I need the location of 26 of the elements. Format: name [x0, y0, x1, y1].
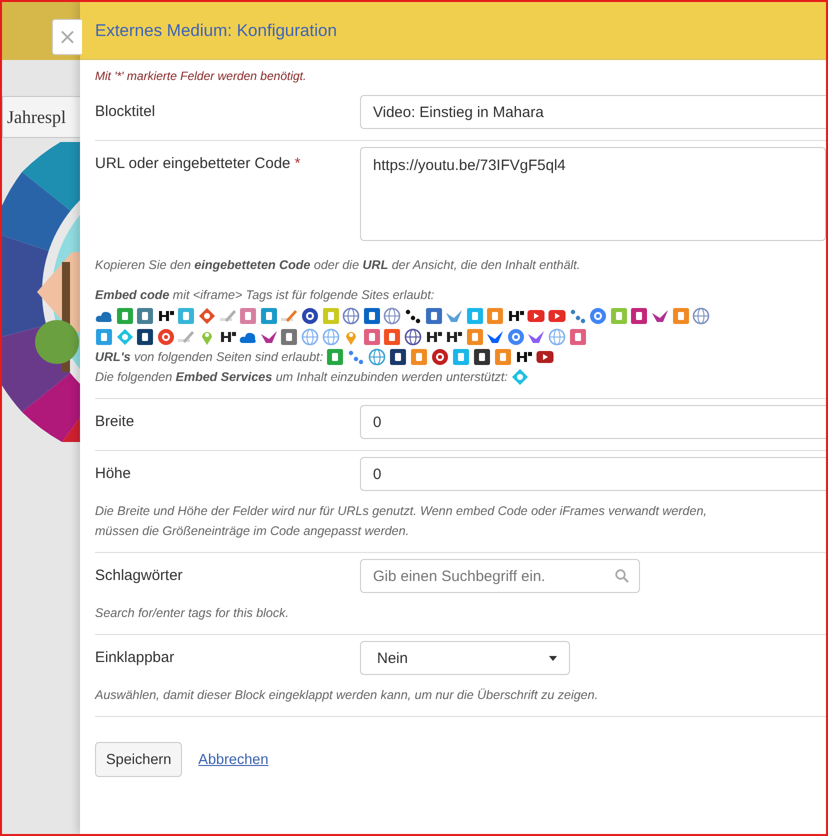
- field-label: Höhe: [95, 464, 132, 482]
- url-field[interactable]: https://youtu.be/73IFVgF5ql4: [360, 147, 826, 241]
- field-label: Schlagwörter: [95, 566, 184, 584]
- text-field[interactable]: 0: [360, 405, 826, 439]
- help-text: Die folgenden Embed Services um Inhalt einzubinden werden unterstützt:: [95, 369, 508, 386]
- help-text: Kopieren Sie den eingebetteten Code oder die URL der Ansicht, die den Inhalt enthält.: [95, 257, 582, 274]
- dialog-title: Externes Medium: Konfiguration: [95, 20, 337, 40]
- required-note: Mit '*' markierte Felder werden benötigt.: [95, 69, 308, 83]
- field-label: Blocktitel: [95, 102, 156, 120]
- field-label: Einklappbar: [95, 648, 176, 666]
- field-label: URL oder eingebetteter Code *: [95, 154, 302, 172]
- search-icon: [615, 569, 629, 583]
- text-field[interactable]: Video: Einstieg in Mahara: [360, 95, 826, 129]
- help-text: Die Breite und Höhe der Felder wird nur für URLs genutzt. Wenn embed Code oder iFrames verwandt werden, müssen die Größeneinträge im Code angepasst werden.: [95, 503, 708, 540]
- help-text: Search for/enter tags for this block.: [95, 605, 290, 622]
- field-label: Breite: [95, 412, 136, 430]
- tags-search-field[interactable]: Gib einen Suchbegriff ein.: [360, 559, 640, 593]
- save-button[interactable]: Speichern: [95, 742, 182, 777]
- help-text: Embed code mit <iframe> Tags ist für folgende Sites erlaubt:: [95, 287, 436, 304]
- text-field[interactable]: 0: [360, 457, 826, 491]
- help-text: Auswählen, damit dieser Block eingeklappt werden kann, um nur die Überschrift zu zeigen.: [95, 687, 600, 704]
- cancel-link[interactable]: Abbrechen: [198, 752, 268, 768]
- help-text: URL's von folgenden Seiten sind erlaubt:: [95, 349, 324, 366]
- caret-icon: [549, 656, 557, 660]
- select-dropdown[interactable]: Nein: [360, 641, 570, 675]
- page-tab[interactable]: Jahrespl: [2, 96, 80, 138]
